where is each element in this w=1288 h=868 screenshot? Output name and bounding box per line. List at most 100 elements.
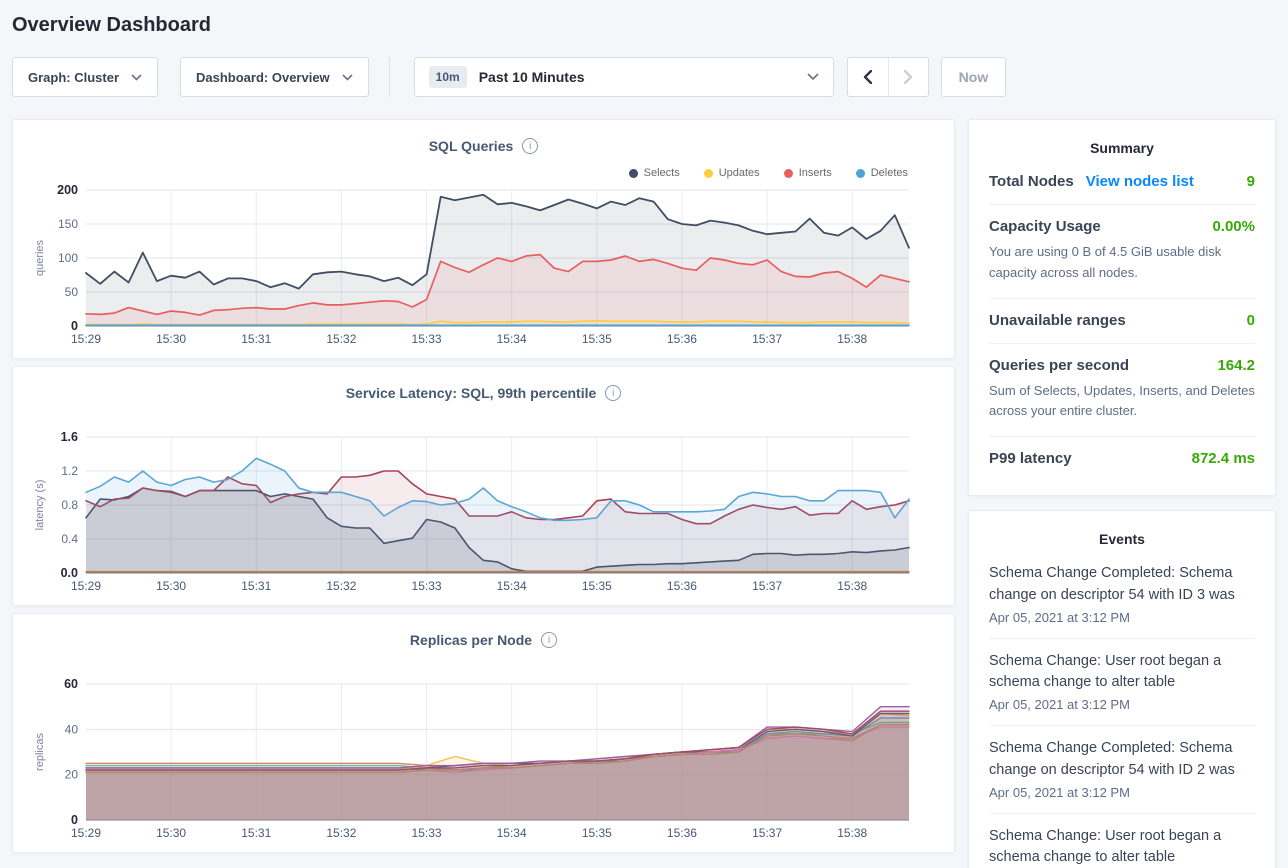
svg-text:200: 200: [57, 183, 78, 197]
svg-text:15:33: 15:33: [412, 826, 442, 840]
svg-text:0.0: 0.0: [61, 566, 78, 580]
summary-subtext: Sum of Selects, Updates, Inserts, and De…: [989, 381, 1255, 423]
summary-row-capacity-usage: Capacity Usage 0.00% You are using 0 B o…: [989, 205, 1255, 299]
svg-text:15:29: 15:29: [71, 332, 101, 346]
svg-text:15:37: 15:37: [752, 826, 782, 840]
svg-text:150: 150: [58, 217, 78, 231]
event-list-item[interactable]: Schema Change Completed: Schema change o…: [989, 726, 1255, 814]
chart-legend: Selects Updates Inserts Deletes: [629, 167, 908, 179]
summary-value: 164.2: [1217, 357, 1255, 374]
legend-dot-icon: [629, 169, 638, 178]
legend-item: Updates: [704, 167, 760, 179]
summary-subtext: You are using 0 B of 4.5 GiB usable disk…: [989, 242, 1255, 284]
svg-text:20: 20: [65, 768, 79, 782]
svg-text:15:32: 15:32: [326, 332, 356, 346]
svg-text:15:35: 15:35: [582, 332, 612, 346]
summary-value: 872.4 ms: [1192, 450, 1255, 467]
svg-text:50: 50: [65, 285, 79, 299]
svg-text:queries: queries: [34, 239, 46, 276]
legend-dot-icon: [856, 169, 865, 178]
page-title: Overview Dashboard: [12, 14, 1276, 37]
svg-text:15:38: 15:38: [837, 579, 867, 593]
previous-range-button[interactable]: [848, 58, 888, 96]
summary-value: 0: [1247, 312, 1255, 329]
svg-text:15:35: 15:35: [582, 579, 612, 593]
dashboard-dropdown-label: Dashboard: Overview: [196, 70, 330, 85]
svg-text:15:31: 15:31: [241, 579, 271, 593]
chevron-down-icon: [131, 74, 142, 81]
svg-text:0.4: 0.4: [61, 532, 78, 546]
legend-label: Updates: [719, 167, 760, 179]
info-icon[interactable]: i: [605, 385, 621, 401]
svg-text:15:32: 15:32: [326, 826, 356, 840]
event-timestamp: Apr 05, 2021 at 3:12 PM: [989, 610, 1255, 625]
chart-replicas-per-node: Replicas per Node i 15:2915:3015:3115:32…: [12, 613, 955, 853]
svg-text:15:29: 15:29: [71, 826, 101, 840]
svg-text:1.6: 1.6: [61, 430, 78, 444]
event-message: Schema Change: User root began a schema …: [989, 651, 1255, 695]
svg-text:15:31: 15:31: [241, 826, 271, 840]
chart-title: Replicas per Node: [410, 632, 532, 648]
chart-title: SQL Queries: [429, 138, 514, 154]
svg-text:15:34: 15:34: [497, 579, 527, 593]
svg-text:15:30: 15:30: [156, 332, 186, 346]
info-icon[interactable]: i: [541, 632, 557, 648]
summary-value: 0.00%: [1212, 218, 1255, 235]
svg-text:15:31: 15:31: [241, 332, 271, 346]
toolbar-divider: [389, 57, 390, 97]
replicas-per-node-plot[interactable]: 15:2915:3015:3115:3215:3315:3415:3515:36…: [13, 674, 956, 848]
svg-text:15:37: 15:37: [752, 579, 782, 593]
legend-item: Deletes: [856, 167, 908, 179]
summary-label: Queries per second: [989, 357, 1129, 374]
legend-item: Selects: [629, 167, 680, 179]
summary-label: Unavailable ranges: [989, 312, 1126, 329]
info-icon[interactable]: i: [522, 138, 538, 154]
event-message: Schema Change: User root began a schema …: [989, 826, 1255, 868]
event-list-item[interactable]: Schema Change: User root began a schema …: [989, 814, 1255, 868]
time-range-label: Past 10 Minutes: [479, 69, 795, 85]
legend-label: Deletes: [871, 167, 908, 179]
svg-text:15:36: 15:36: [667, 579, 697, 593]
summary-value: 9: [1247, 173, 1255, 190]
overview-dashboard-page: Overview Dashboard Graph: Cluster Dashbo…: [0, 0, 1288, 868]
view-nodes-list-link[interactable]: View nodes list: [1086, 173, 1194, 190]
svg-text:60: 60: [64, 677, 78, 691]
chevron-right-icon: [904, 70, 913, 84]
sql-queries-plot[interactable]: 15:29 15:30 15:31 15:32 15:33 15:34 15:35 15:36…: [13, 180, 956, 354]
chart-service-latency: Service Latency: SQL, 99th percentile i …: [12, 366, 955, 606]
main-content: SQL Queries i Selects Updates Inserts Delet…: [12, 119, 1276, 868]
event-timestamp: Apr 05, 2021 at 3:12 PM: [989, 785, 1255, 800]
svg-text:0: 0: [71, 813, 78, 827]
summary-row-queries-per-second: Queries per second 164.2 Sum of Selects,…: [989, 344, 1255, 438]
event-message: Schema Change Completed: Schema change o…: [989, 738, 1255, 782]
svg-text:15:36: 15:36: [667, 332, 697, 346]
event-timestamp: Apr 05, 2021 at 3:12 PM: [989, 697, 1255, 712]
svg-text:40: 40: [65, 722, 79, 736]
svg-text:15:34: 15:34: [497, 332, 527, 346]
summary-panel: Summary Total Nodes View nodes list 9 Ca…: [968, 119, 1276, 496]
dashboard-dropdown[interactable]: Dashboard: Overview: [180, 57, 369, 97]
svg-text:replicas: replicas: [34, 733, 46, 771]
chevron-down-icon: [342, 74, 353, 81]
svg-text:15:33: 15:33: [412, 332, 442, 346]
now-button[interactable]: Now: [941, 57, 1007, 97]
chevron-left-icon: [863, 70, 872, 84]
event-list-item[interactable]: Schema Change: User root began a schema …: [989, 639, 1255, 727]
svg-text:15:37: 15:37: [752, 332, 782, 346]
event-list-item[interactable]: Schema Change Completed: Schema change o…: [989, 551, 1255, 639]
svg-text:15:38: 15:38: [837, 332, 867, 346]
time-range-picker[interactable]: 10m Past 10 Minutes: [414, 57, 834, 97]
events-title: Events: [989, 525, 1255, 551]
next-range-button[interactable]: [888, 58, 928, 96]
summary-label: Capacity Usage: [989, 218, 1101, 235]
svg-text:15:30: 15:30: [156, 579, 186, 593]
svg-text:15:38: 15:38: [837, 826, 867, 840]
charts-column: SQL Queries i Selects Updates Inserts Delet…: [12, 119, 955, 868]
svg-text:15:29: 15:29: [71, 579, 101, 593]
svg-text:1.2: 1.2: [61, 464, 78, 478]
legend-label: Selects: [644, 167, 680, 179]
legend-label: Inserts: [799, 167, 832, 179]
graph-dropdown[interactable]: Graph: Cluster: [12, 57, 158, 97]
summary-label: Total Nodes: [989, 173, 1074, 190]
service-latency-plot[interactable]: 15:2915:3015:3115:3215:3315:3415:3515:36…: [13, 427, 956, 601]
